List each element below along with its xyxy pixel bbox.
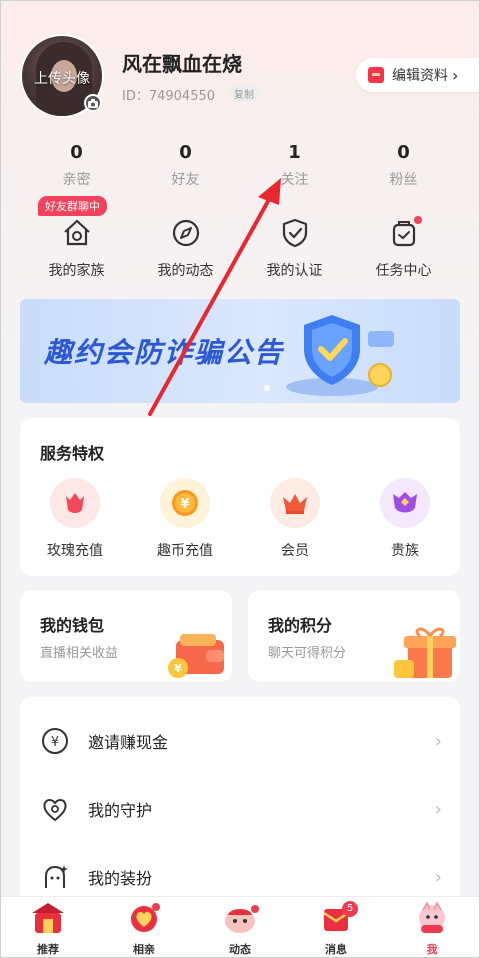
tab-messages[interactable]: 5 消息 bbox=[288, 897, 384, 958]
shield-check-icon bbox=[282, 218, 307, 248]
yuan-coin-icon: ¥ bbox=[160, 478, 210, 528]
tab-recommend[interactable]: 推荐 bbox=[0, 897, 96, 958]
wallet-card[interactable]: 我的钱包 直播相关收益 ¥ bbox=[20, 590, 232, 682]
stat-label: 粉丝 bbox=[389, 172, 418, 188]
upload-avatar-label: 上传头像 bbox=[34, 71, 90, 87]
dressup-icon bbox=[45, 865, 68, 888]
service-noble[interactable]: 贵族 bbox=[350, 478, 460, 560]
gift-box-icon bbox=[394, 627, 456, 678]
stat-intimate[interactable]: 0 亲密 bbox=[22, 142, 131, 189]
task-dot-badge bbox=[414, 216, 422, 224]
stat-following[interactable]: 1 关注 bbox=[240, 142, 349, 189]
menu-label: 我的守护 bbox=[88, 801, 153, 820]
shortcut-task-center[interactable]: 任务中心 bbox=[349, 216, 458, 280]
noble-badge-icon bbox=[380, 478, 430, 528]
service-label: 会员 bbox=[281, 543, 309, 559]
shortcut-certification[interactable]: 我的认证 bbox=[240, 216, 349, 280]
menu-item-invite[interactable]: ¥ 邀请赚现金 › bbox=[20, 711, 460, 771]
stat-label: 关注 bbox=[280, 172, 309, 188]
user-id: ID：74904550 bbox=[122, 89, 216, 104]
shortcut-family[interactable]: 我的家族 bbox=[22, 216, 131, 280]
bottom-tab-bar: 推荐 相亲 动态 5 消息 我 bbox=[0, 896, 480, 958]
stats-row: 0 亲密 0 好友 1 关注 0 粉丝 bbox=[22, 142, 458, 189]
crown-icon bbox=[270, 478, 320, 528]
wallet-title: 我的钱包 bbox=[40, 616, 105, 635]
tab-label: 推荐 bbox=[37, 943, 59, 956]
service-title: 服务特权 bbox=[40, 444, 105, 463]
nickname: 风在飘血在烧 bbox=[122, 52, 242, 76]
stat-fans[interactable]: 0 粉丝 bbox=[349, 142, 458, 189]
rose-icon bbox=[50, 478, 100, 528]
menu-list: ¥ 邀请赚现金 › 我的守护 › 我的装扮 › bbox=[20, 697, 460, 907]
svg-text:¥: ¥ bbox=[51, 735, 59, 750]
edit-profile-label: 编辑资料 bbox=[392, 68, 448, 84]
chevron-right-icon: › bbox=[452, 65, 459, 85]
edit-profile-button[interactable]: 编辑资料 › bbox=[356, 58, 480, 92]
svg-text:¥: ¥ bbox=[174, 662, 182, 675]
service-label: 贵族 bbox=[391, 543, 419, 559]
stat-friends[interactable]: 0 好友 bbox=[131, 142, 240, 189]
menu-item-guard[interactable]: 我的守护 › bbox=[20, 779, 460, 839]
compass-icon bbox=[172, 219, 199, 247]
banner-text: 趣约会防诈骗公告 bbox=[44, 336, 285, 369]
menu-label: 邀请赚现金 bbox=[88, 733, 169, 752]
edit-profile-icon bbox=[368, 67, 384, 83]
service-vip[interactable]: 会员 bbox=[240, 478, 350, 560]
banner-indicator bbox=[264, 385, 270, 391]
tab-label: 我 bbox=[426, 943, 438, 956]
service-coin-recharge[interactable]: ¥ 趣币充值 bbox=[130, 478, 240, 560]
moments-icon bbox=[225, 905, 259, 933]
service-card: 服务特权 玫瑰充值 ¥ 趣币充值 会员 贵族 bbox=[20, 418, 460, 576]
chevron-right-icon: › bbox=[434, 866, 442, 888]
points-title: 我的积分 bbox=[268, 616, 333, 635]
shortcut-row: 我的家族 我的动态 我的认证 任务中心 bbox=[22, 216, 458, 280]
copy-id-button[interactable]: 复制 bbox=[229, 85, 259, 102]
stat-label: 好友 bbox=[171, 172, 200, 188]
camera-icon[interactable] bbox=[84, 94, 102, 112]
tab-label: 相亲 bbox=[133, 943, 155, 956]
shield-icon bbox=[286, 315, 394, 396]
yuan-circle-icon: ¥ bbox=[42, 728, 68, 754]
points-card[interactable]: 我的积分 聊天可得积分 bbox=[248, 590, 460, 682]
wallet-icon: ¥ bbox=[168, 634, 224, 678]
points-subtitle: 聊天可得积分 bbox=[268, 646, 347, 661]
heart-guard-icon bbox=[43, 799, 67, 822]
tab-me[interactable]: 我 bbox=[384, 897, 480, 958]
group-chat-badge: 好友群聊中 bbox=[38, 196, 107, 216]
recommend-icon bbox=[32, 903, 64, 933]
wallet-subtitle: 直播相关收益 bbox=[40, 646, 119, 661]
svg-text:¥: ¥ bbox=[180, 497, 189, 512]
chevron-right-icon: › bbox=[434, 798, 442, 820]
messages-badge: 5 bbox=[342, 901, 358, 917]
family-icon bbox=[63, 219, 90, 246]
menu-label: 我的装扮 bbox=[88, 869, 153, 888]
service-rose-recharge[interactable]: 玫瑰充值 bbox=[20, 478, 130, 560]
shortcut-moments[interactable]: 我的动态 bbox=[131, 216, 240, 280]
tab-matchmaking[interactable]: 相亲 bbox=[96, 897, 192, 958]
stat-value: 0 bbox=[397, 142, 410, 163]
stat-label: 亲密 bbox=[62, 172, 91, 188]
shortcut-label: 任务中心 bbox=[375, 263, 432, 279]
chevron-right-icon: › bbox=[434, 730, 442, 752]
tab-label: 消息 bbox=[325, 943, 347, 956]
stat-value: 1 bbox=[288, 142, 301, 163]
shortcut-label: 我的家族 bbox=[48, 263, 105, 279]
matchmaking-icon bbox=[131, 903, 160, 932]
anti-fraud-banner[interactable]: 趣约会防诈骗公告 bbox=[20, 299, 460, 403]
shortcut-label: 我的动态 bbox=[157, 263, 214, 279]
tab-label: 动态 bbox=[229, 943, 251, 956]
stat-value: 0 bbox=[70, 142, 83, 163]
stat-value: 0 bbox=[179, 142, 192, 163]
me-icon bbox=[419, 901, 445, 933]
service-label: 玫瑰充值 bbox=[47, 543, 103, 559]
tab-moments[interactable]: 动态 bbox=[192, 897, 288, 958]
shortcut-label: 我的认证 bbox=[266, 263, 323, 279]
service-label: 趣币充值 bbox=[157, 543, 213, 559]
